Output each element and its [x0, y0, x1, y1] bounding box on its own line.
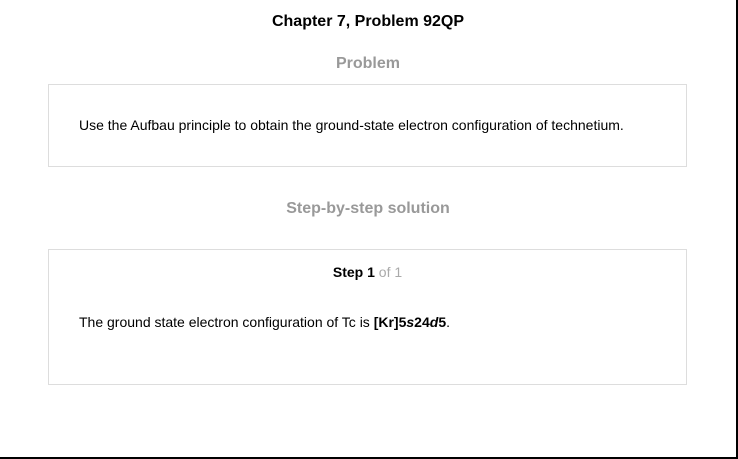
solution-box: Step 1 of 1 The ground state electron co… — [48, 249, 687, 385]
step-word: Step — [332, 264, 364, 280]
page-title: Chapter 7, Problem 92QP — [271, 13, 465, 30]
solution-heading: Step-by-step solution — [286, 200, 450, 217]
config-core: [Kr]5 — [373, 314, 407, 330]
step-number: 1 — [367, 264, 375, 280]
problem-heading: Problem — [335, 55, 400, 72]
config-mid: 24 — [414, 314, 430, 330]
solution-page: Chapter 7, Problem 92QP Problem Use the … — [0, 0, 738, 459]
config-s-orbital: s — [406, 314, 415, 330]
config-end: 5 — [438, 314, 447, 330]
answer-suffix: . — [446, 314, 450, 330]
answer-prefix: The ground state electron configuration … — [79, 314, 374, 330]
step-indicator: Step 1 of 1 — [49, 263, 686, 281]
problem-box: Use the Aufbau principle to obtain the g… — [48, 84, 687, 167]
step-total: of 1 — [378, 264, 403, 280]
problem-statement: Use the Aufbau principle to obtain the g… — [79, 117, 624, 133]
answer-text: The ground state electron configuration … — [79, 313, 450, 331]
electron-configuration: [Kr]5s24d5 — [374, 314, 446, 330]
